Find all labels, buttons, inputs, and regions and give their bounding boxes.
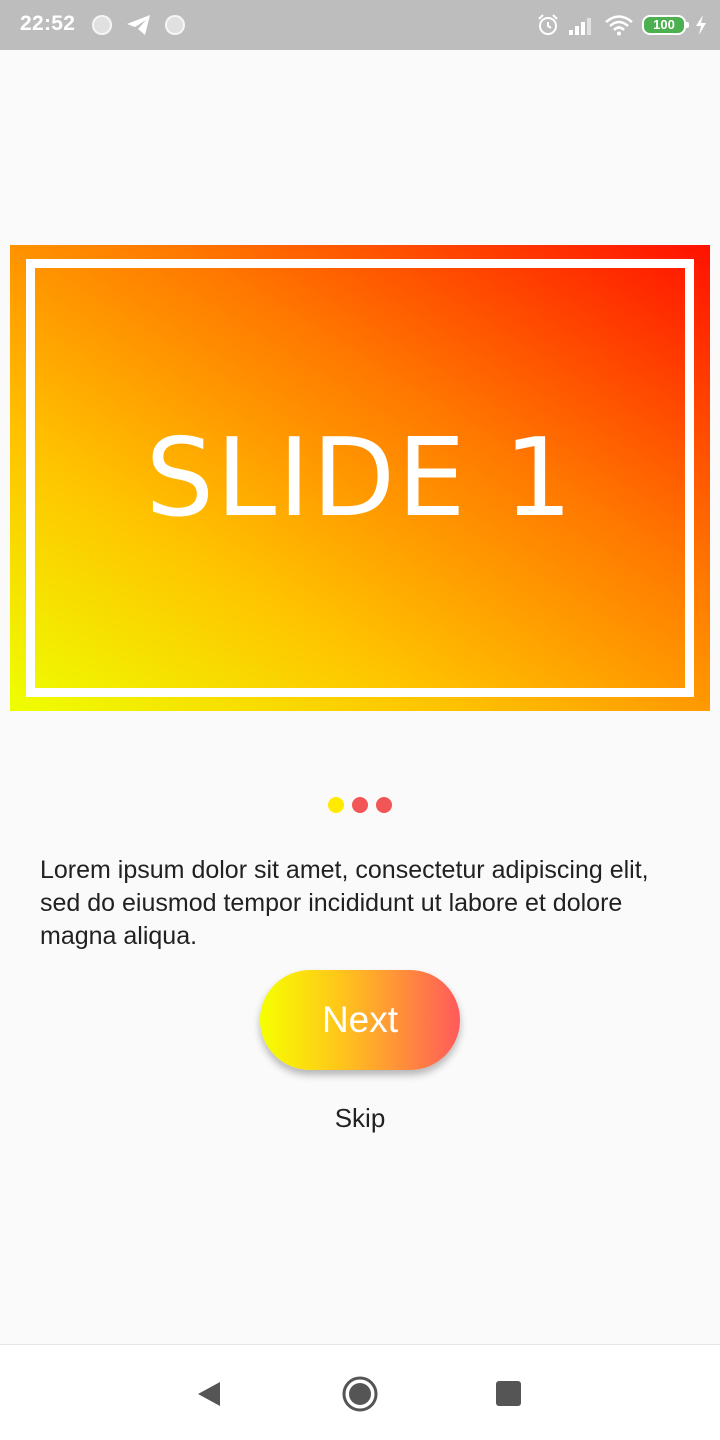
slide-description: Lorem ipsum dolor sit amet, consectetur … xyxy=(40,856,649,950)
status-time: 22:52 xyxy=(20,12,76,35)
slide-title: SLIDE 1 xyxy=(145,415,575,541)
next-button-label: Next xyxy=(321,999,399,1040)
screen: 22:52 100 SLIDE 1 Lorem ipsum dolor sit … xyxy=(0,0,720,1440)
signal-icon xyxy=(569,18,591,35)
status-bar: 22:52 100 xyxy=(0,0,720,50)
page-dot xyxy=(376,797,392,813)
battery-level: 100 xyxy=(653,17,675,32)
next-button[interactable]: Next xyxy=(260,970,460,1070)
slide-banner: SLIDE 1 xyxy=(10,245,710,711)
battery-icon: 100 xyxy=(642,15,689,35)
charging-icon xyxy=(696,15,706,35)
page-dot xyxy=(352,797,368,813)
battery-tip xyxy=(686,22,689,28)
wifi-icon xyxy=(605,15,633,36)
telegram-icon xyxy=(127,15,150,35)
notification-dot-icon xyxy=(92,15,112,35)
status-icons: 100 xyxy=(536,12,708,38)
notification-dot-icon xyxy=(165,15,185,35)
back-icon[interactable] xyxy=(196,1380,222,1408)
home-icon[interactable] xyxy=(342,1376,378,1412)
page-dot-active xyxy=(328,797,344,813)
navigation-bar xyxy=(0,1344,720,1440)
page-indicator xyxy=(0,797,720,815)
recents-icon[interactable] xyxy=(496,1381,521,1406)
alarm-icon xyxy=(538,14,558,35)
skip-button[interactable]: Skip xyxy=(300,1100,420,1136)
